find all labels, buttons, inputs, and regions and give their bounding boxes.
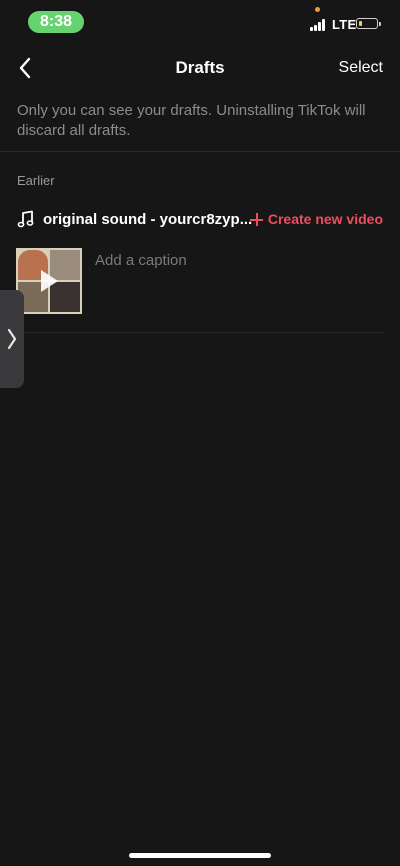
select-button[interactable]: Select xyxy=(339,59,383,77)
signal-strength-icon xyxy=(310,19,328,31)
battery-icon xyxy=(356,18,381,29)
divider xyxy=(0,151,400,152)
create-new-video-label: Create new video xyxy=(267,211,383,227)
privacy-indicator-dot xyxy=(315,7,320,12)
play-icon xyxy=(41,270,58,292)
status-bar: 8:38 LTE xyxy=(0,0,400,44)
section-label-earlier: Earlier xyxy=(17,173,55,188)
draft-sound-row: original sound - yourcr8zyp... Create ne… xyxy=(0,207,400,233)
plus-icon xyxy=(249,212,263,226)
battery-level-fill xyxy=(359,21,362,26)
side-panel-handle[interactable] xyxy=(0,290,24,388)
home-indicator[interactable] xyxy=(129,853,271,858)
divider xyxy=(16,332,384,333)
nav-header: Drafts Select xyxy=(0,44,400,92)
status-time: 8:38 xyxy=(28,11,84,33)
draft-thumbnail[interactable] xyxy=(16,248,82,314)
draft-sound-title[interactable]: original sound - yourcr8zyp... xyxy=(43,211,252,228)
network-type: LTE xyxy=(332,17,357,32)
create-new-video-button[interactable]: Create new video xyxy=(249,211,383,227)
drafts-privacy-notice: Only you can see your drafts. Uninstalli… xyxy=(17,102,366,139)
chevron-right-icon xyxy=(7,328,17,350)
caption-input[interactable]: Add a caption xyxy=(95,252,187,269)
music-note-icon xyxy=(17,210,34,228)
